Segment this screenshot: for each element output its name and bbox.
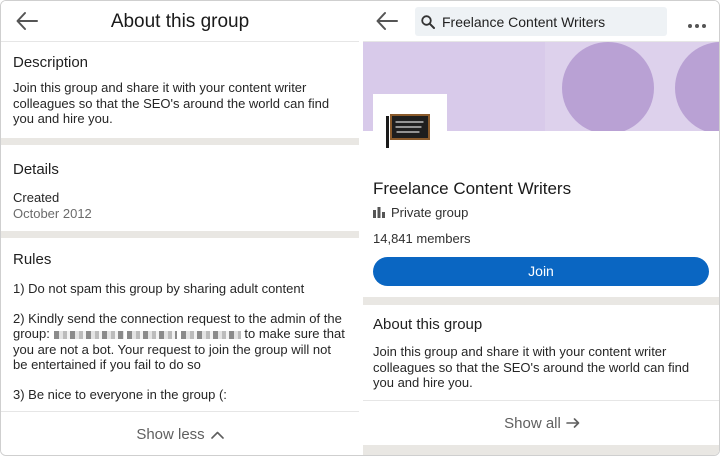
group-privacy: Private group <box>373 205 468 220</box>
about-title: About this group <box>373 316 483 333</box>
redacted-name <box>53 330 124 339</box>
group-name: Freelance Content Writers <box>373 179 572 198</box>
chevron-up-icon <box>210 431 224 439</box>
group-page-panel: Freelance Content Writers Private group … <box>363 1 719 455</box>
about-group-panel: About this group Description Join this g… <box>1 1 359 455</box>
show-all-label: Show all <box>504 414 561 432</box>
group-header <box>363 1 719 42</box>
building-icon <box>373 207 385 218</box>
show-all-button[interactable]: Show all <box>363 401 719 445</box>
screenshot-frame: About this group Description Join this g… <box>0 0 720 456</box>
section-divider <box>1 231 359 238</box>
page-title: About this group <box>110 11 250 32</box>
search-box[interactable] <box>415 7 667 36</box>
rules-title: Rules <box>13 251 52 268</box>
section-divider <box>363 445 719 455</box>
banner-circle <box>562 42 654 131</box>
section-divider <box>363 297 719 305</box>
rule-item: 3) Be nice to everyone in the group (: <box>13 386 227 402</box>
about-text: Join this group and share it with your c… <box>373 344 690 390</box>
privacy-label: Private group <box>391 205 469 220</box>
description-title: Description <box>13 54 89 71</box>
search-icon <box>421 15 435 29</box>
more-options-button[interactable] <box>687 16 707 28</box>
redacted-name <box>127 330 178 339</box>
arrow-left-icon <box>376 12 398 30</box>
chalkboard-logo-icon <box>386 114 430 148</box>
details-section: Details Created October 2012 <box>1 145 359 231</box>
banner-circle <box>675 42 719 131</box>
show-less-label: Show less <box>136 426 205 443</box>
search-input[interactable] <box>442 7 662 36</box>
details-title: Details <box>13 161 59 178</box>
description-text: Join this group and share it with your c… <box>13 80 330 126</box>
group-logo[interactable] <box>373 94 447 160</box>
more-dots-icon <box>688 24 706 28</box>
created-value: October 2012 <box>13 206 92 221</box>
member-count: 14,841 members <box>373 231 471 246</box>
rule-item: 2) Kindly send the connection request to… <box>13 311 347 373</box>
about-header: About this group <box>1 1 359 42</box>
rule-item: 1) Do not spam this group by sharing adu… <box>13 281 305 296</box>
join-button[interactable]: Join <box>373 257 709 286</box>
back-button[interactable] <box>375 10 399 32</box>
redacted-name <box>180 330 241 339</box>
arrow-right-icon <box>566 418 580 428</box>
created-label: Created <box>13 190 60 205</box>
description-section: Description Join this group and share it… <box>1 42 359 138</box>
rules-section: Rules 1) Do not spam this group by shari… <box>1 238 359 411</box>
section-divider <box>1 138 359 145</box>
show-less-button[interactable]: Show less <box>1 411 359 455</box>
